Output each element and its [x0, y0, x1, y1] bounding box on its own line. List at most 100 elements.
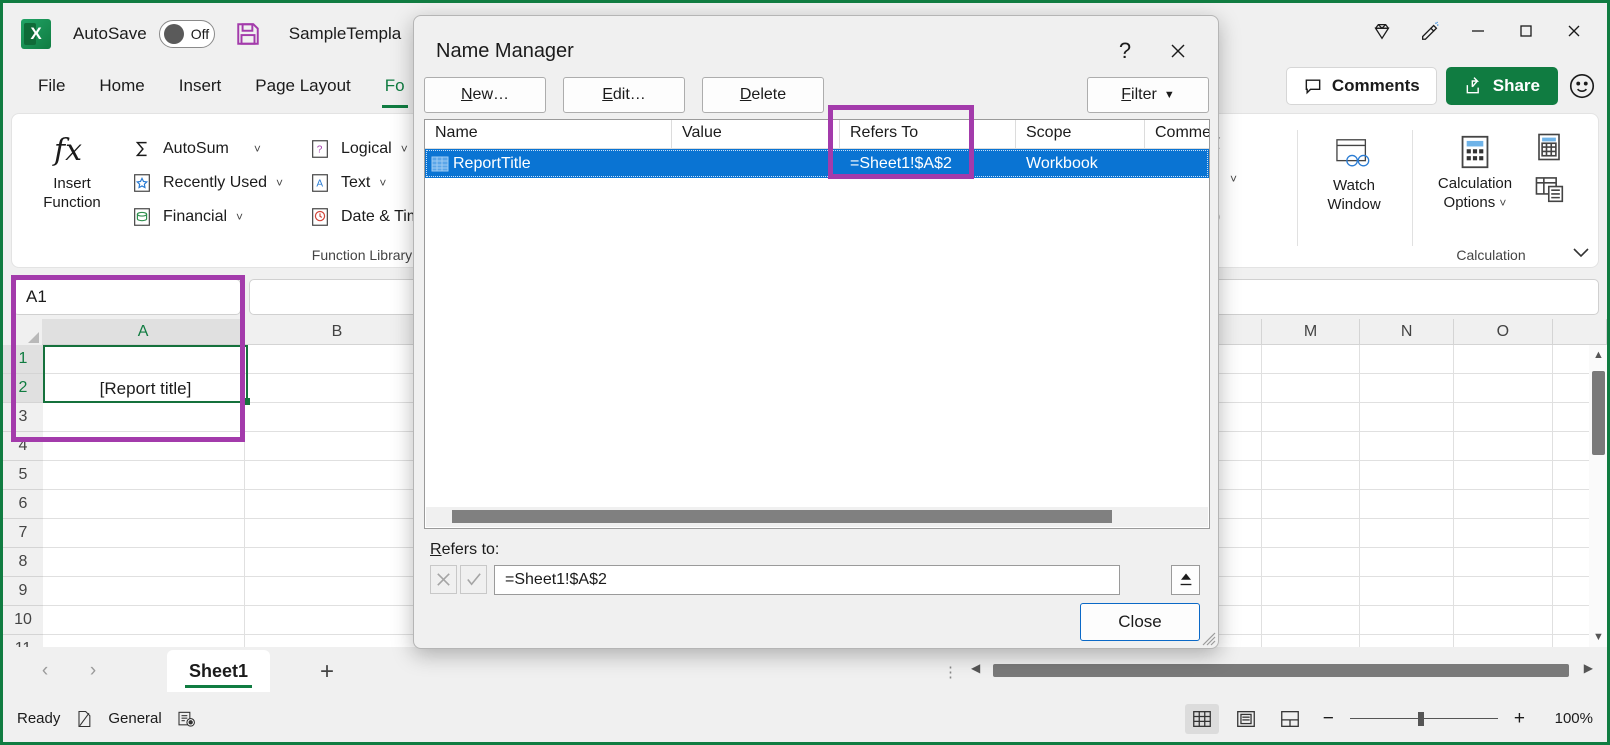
new-name-button[interactable]: New… [424, 77, 546, 113]
list-scroll-thumb[interactable] [452, 510, 1112, 523]
chevron-down-icon[interactable]: ˅ [254, 142, 261, 156]
list-horizontal-scrollbar[interactable] [426, 507, 1208, 527]
close-button[interactable] [1551, 11, 1597, 51]
scroll-left-arrow[interactable]: ◀ [971, 661, 980, 675]
calc-now-button[interactable] [1534, 132, 1564, 166]
grid-cell[interactable] [1261, 548, 1361, 577]
grid-cell[interactable] [43, 432, 246, 461]
insert-function-button[interactable]: fx Insert Function [24, 118, 120, 212]
grid-cell[interactable] [1360, 374, 1455, 403]
grid-cell[interactable] [1454, 519, 1553, 548]
grid-cell[interactable] [1261, 461, 1361, 490]
sheet-tab-sheet1[interactable]: Sheet1 [167, 650, 271, 692]
grid-cell[interactable] [1261, 374, 1361, 403]
grid-cell[interactable] [43, 548, 246, 577]
tab-file[interactable]: File [21, 70, 82, 102]
chevron-down-icon[interactable]: ˅ [401, 142, 408, 156]
grid-cell[interactable] [245, 490, 431, 519]
ribbon-collapse-icon[interactable] [1570, 243, 1592, 265]
page-break-view-button[interactable] [1273, 704, 1307, 734]
calculate-sheet-button[interactable] [1534, 174, 1566, 208]
scroll-down-arrow[interactable]: ▼ [1593, 631, 1604, 643]
save-icon[interactable] [235, 21, 261, 47]
column-header-scope[interactable]: Scope [1016, 120, 1145, 149]
grid-cell[interactable] [43, 345, 246, 374]
row-header-4[interactable]: 4 [3, 432, 43, 461]
record-macro-icon[interactable] [176, 709, 197, 729]
column-header-n[interactable]: N [1360, 319, 1455, 345]
accessibility-checker-icon[interactable] [74, 709, 94, 729]
grid-cell[interactable] [245, 635, 431, 647]
refers-to-input[interactable]: =Sheet1!$A$2 [494, 565, 1120, 595]
grid-cell[interactable] [1261, 577, 1361, 606]
grid-cell[interactable] [245, 345, 431, 374]
grid-cell[interactable] [1454, 635, 1553, 647]
delete-name-button[interactable]: Delete [702, 77, 824, 113]
chevron-down-icon[interactable]: ˅ [1230, 172, 1237, 186]
autosum-button[interactable]: AutoSum ˅ [124, 132, 289, 166]
grid-cell[interactable] [1261, 606, 1361, 635]
vertical-scroll-thumb[interactable] [1592, 371, 1605, 455]
grid-cell[interactable] [1261, 345, 1361, 374]
grid-cell[interactable] [1360, 490, 1455, 519]
tab-page-layout[interactable]: Page Layout [238, 70, 367, 102]
minimize-button[interactable] [1455, 11, 1501, 51]
collapse-dialog-icon[interactable] [1171, 565, 1200, 595]
grid-cell[interactable] [1454, 490, 1553, 519]
grid-cell[interactable] [43, 635, 246, 647]
plus-icon[interactable]: + [313, 658, 341, 686]
column-header-o[interactable]: O [1454, 319, 1553, 345]
tab-home[interactable]: Home [82, 70, 161, 102]
grid-cell[interactable] [43, 403, 246, 432]
grid-cell[interactable] [43, 606, 246, 635]
cell-a2-value[interactable]: [Report title] [43, 374, 248, 403]
select-all-corner[interactable] [3, 319, 43, 345]
grid-cell[interactable] [1261, 403, 1361, 432]
page-layout-view-button[interactable] [1229, 704, 1263, 734]
dialog-close-button[interactable]: Close [1080, 603, 1200, 641]
grid-cell[interactable] [43, 519, 246, 548]
document-title[interactable]: SampleTempla [289, 24, 401, 44]
grid-cell[interactable] [1360, 345, 1455, 374]
chevron-down-icon[interactable]: ˅ [379, 176, 386, 190]
grid-cell[interactable] [245, 548, 431, 577]
scroll-right-arrow[interactable]: ▶ [1584, 661, 1593, 675]
column-header-m[interactable]: M [1261, 319, 1361, 345]
grid-cell[interactable] [1360, 548, 1455, 577]
name-box[interactable]: A1 [13, 279, 241, 315]
row-header-8[interactable]: 8 [3, 548, 43, 577]
zoom-slider[interactable] [1349, 710, 1498, 728]
grid-cell[interactable] [245, 577, 431, 606]
tab-insert[interactable]: Insert [162, 70, 239, 102]
row-header-6[interactable]: 6 [3, 490, 43, 519]
scroll-up-arrow[interactable]: ▲ [1593, 349, 1604, 361]
normal-view-button[interactable] [1184, 703, 1219, 734]
comments-button[interactable]: Comments [1285, 67, 1437, 105]
grid-cell[interactable] [1360, 635, 1455, 647]
grid-cell[interactable] [1454, 461, 1553, 490]
confirm-edit-icon[interactable] [460, 565, 487, 594]
grid-cell[interactable] [1454, 606, 1553, 635]
grid-cell[interactable] [1454, 345, 1553, 374]
help-icon[interactable]: ? [1108, 34, 1142, 68]
autosave-toggle[interactable]: Off [158, 20, 215, 48]
grid-cell[interactable] [1261, 635, 1361, 647]
chevron-down-icon[interactable]: ▼ [1164, 89, 1175, 101]
grid-cell[interactable] [1360, 432, 1455, 461]
cancel-edit-icon[interactable] [430, 565, 457, 594]
row-header-11[interactable]: 11 [3, 635, 43, 647]
vertical-scrollbar[interactable]: ▲ ▼ [1589, 345, 1607, 647]
zoom-in-button[interactable]: + [1508, 708, 1531, 730]
financial-button[interactable]: Financial ˅ [124, 200, 289, 234]
column-header-a[interactable]: A [42, 319, 245, 345]
row-header-2[interactable]: 2 [3, 374, 43, 403]
chevron-down-icon[interactable]: ˅ [276, 176, 283, 190]
grid-cell[interactable] [43, 490, 246, 519]
chevron-right-icon[interactable]: › [81, 659, 105, 683]
column-header-comment[interactable]: Comment [1145, 120, 1209, 149]
edit-name-button[interactable]: Edit… [563, 77, 685, 113]
row-header-10[interactable]: 10 [3, 606, 43, 635]
grid-cell[interactable] [245, 432, 431, 461]
column-header-b[interactable]: B [244, 319, 431, 345]
zoom-out-button[interactable]: − [1317, 708, 1340, 730]
